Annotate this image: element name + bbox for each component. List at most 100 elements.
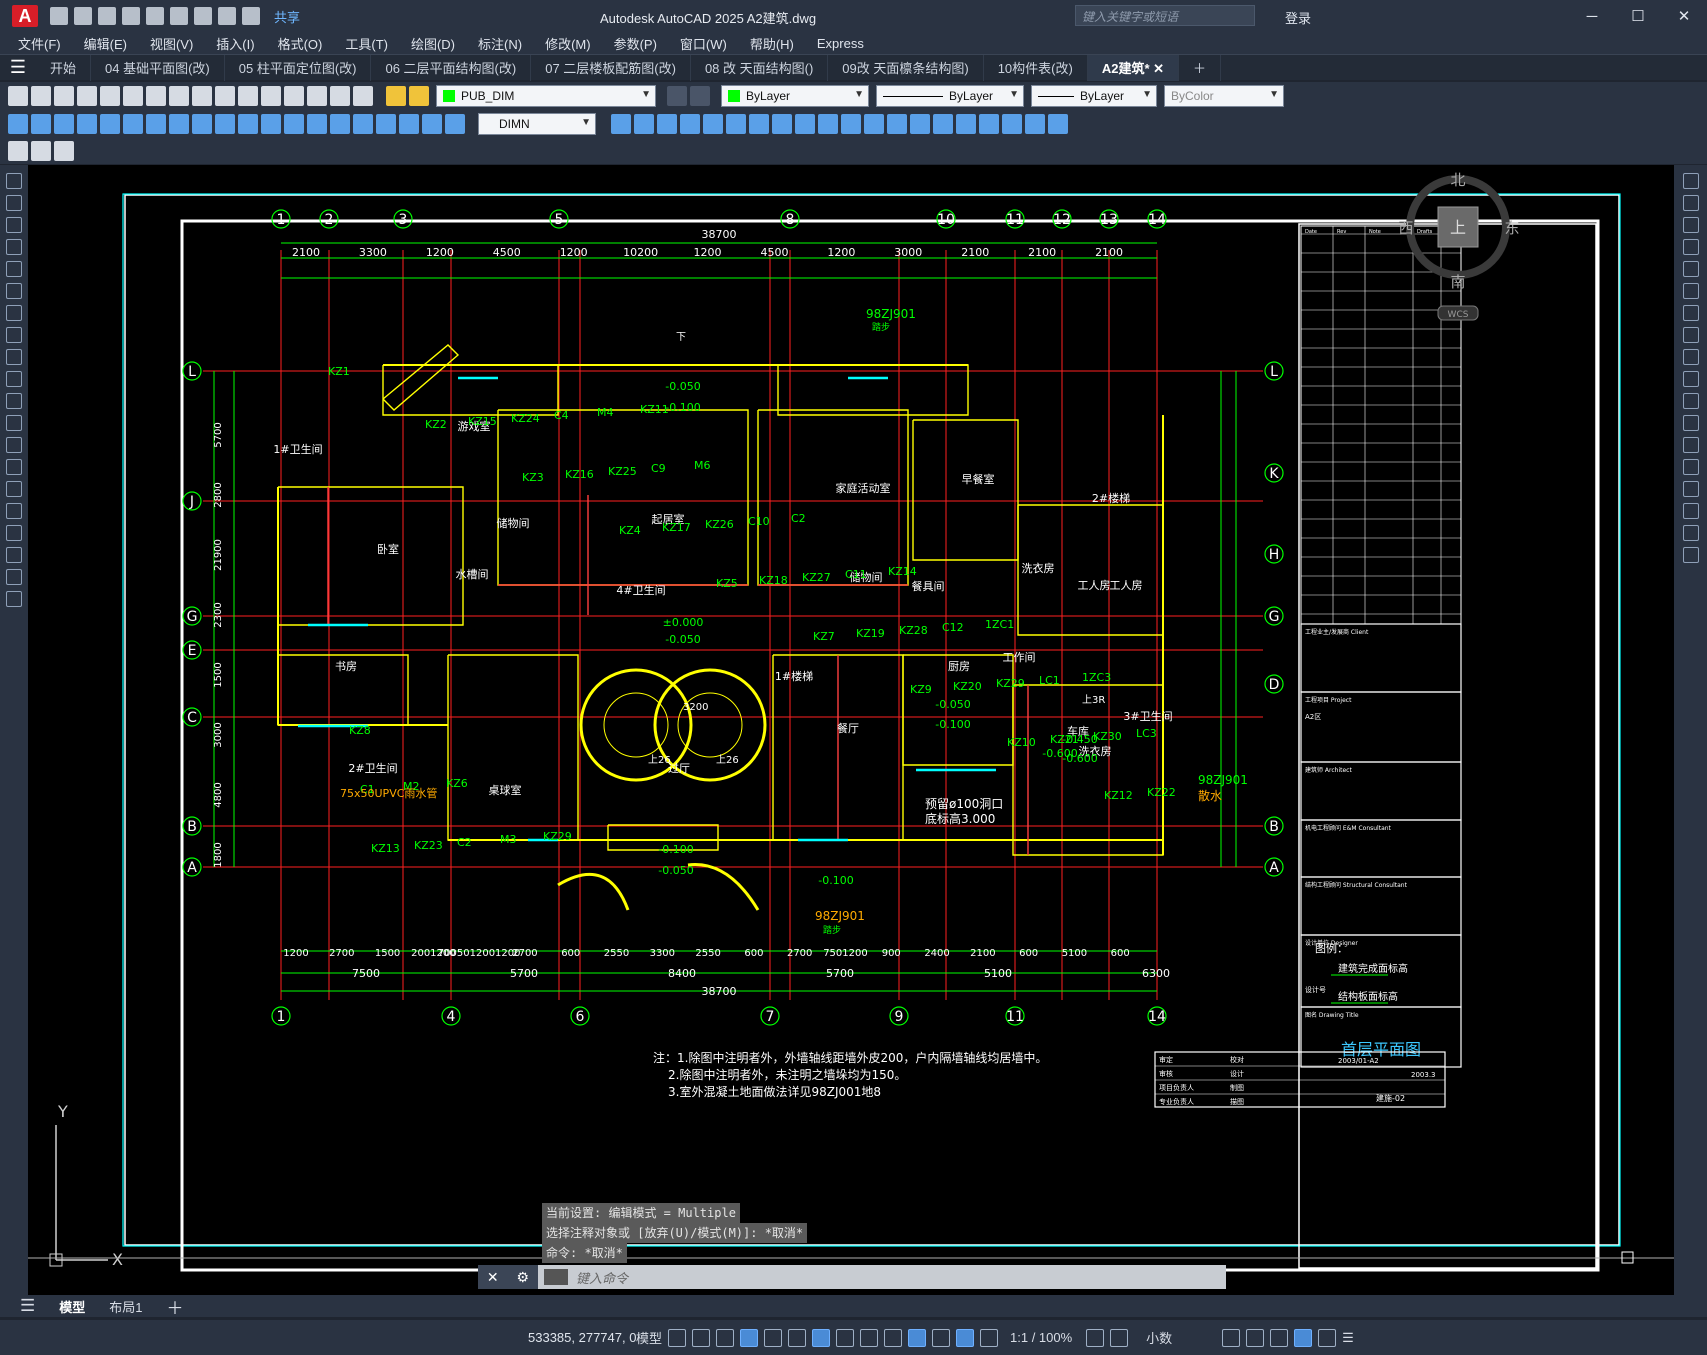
open-icon[interactable] [31, 86, 51, 106]
layout-menu-icon[interactable]: ☰ [20, 1296, 35, 1316]
modify-1-icon[interactable] [611, 114, 631, 134]
layer-state-icon[interactable] [386, 86, 406, 106]
layer-props-icon[interactable] [667, 86, 687, 106]
scale-dropdown[interactable]: 1:1 / 100% [1010, 1330, 1072, 1345]
menu-item-5[interactable]: 工具(T) [345, 34, 388, 53]
point-tool-icon[interactable] [6, 459, 22, 475]
freeze-icon[interactable] [409, 86, 429, 106]
cut-icon[interactable] [146, 86, 166, 106]
menu-item-12[interactable]: Express [817, 36, 864, 51]
layer-match-icon[interactable] [690, 86, 710, 106]
zoom-icon[interactable] [307, 86, 327, 106]
minimize-icon[interactable]: ─ [1569, 0, 1615, 32]
close-icon[interactable]: ✕ [1661, 0, 1707, 32]
polyline-tool-icon[interactable] [6, 195, 22, 211]
dimstyle-dropdown[interactable]: DIMN ▼ [478, 113, 596, 135]
menu-item-2[interactable]: 视图(V) [150, 34, 193, 53]
coordinates[interactable]: 533385, 277747, 0 [528, 1330, 636, 1345]
workspace-icon[interactable] [1086, 1328, 1105, 1347]
menu-item-4[interactable]: 格式(O) [278, 34, 323, 53]
break-tool-icon[interactable] [1682, 415, 1699, 431]
print-icon[interactable] [77, 86, 97, 106]
new-file-icon[interactable] [50, 7, 68, 25]
baseline-icon[interactable] [215, 114, 235, 134]
move-tool-icon[interactable] [1682, 283, 1699, 299]
add-layout-icon[interactable]: ＋ [167, 1294, 184, 1319]
login-button[interactable]: 登录 [1285, 8, 1311, 27]
publish-dwf-icon[interactable] [54, 141, 74, 161]
scale-tool-icon[interactable] [1682, 327, 1699, 343]
file-tab-3[interactable]: 06 二层平面结构图(改) [371, 54, 532, 81]
lock-ui-icon[interactable] [1246, 1328, 1265, 1347]
aligned-dim-icon[interactable] [31, 114, 51, 134]
table-tool-icon[interactable] [6, 547, 22, 563]
linear-dim-icon[interactable] [8, 114, 28, 134]
search-input[interactable]: 键入关键字或短语 [1075, 5, 1255, 26]
annotation-visibility-icon[interactable] [956, 1328, 975, 1347]
inspect-icon[interactable] [353, 114, 373, 134]
break-icon[interactable] [284, 114, 304, 134]
arc-tool-icon[interactable] [6, 217, 22, 233]
properties-icon[interactable] [330, 86, 350, 106]
ellipse-tool-icon[interactable] [6, 371, 22, 387]
save-icon[interactable] [98, 7, 116, 25]
ordinate-icon[interactable] [77, 114, 97, 134]
lineweight-icon[interactable] [836, 1328, 855, 1347]
modify-12-icon[interactable] [864, 114, 884, 134]
mirror-tool-icon[interactable] [1682, 217, 1699, 233]
erase-tool-icon[interactable] [1682, 173, 1699, 189]
publish-icon[interactable] [123, 86, 143, 106]
snap-icon[interactable] [692, 1328, 711, 1347]
pan-icon[interactable] [284, 86, 304, 106]
plotstyle-dropdown[interactable]: ByColor ▼ [1164, 85, 1284, 107]
model-canvas[interactable]: 1 2 3 5 8 10 11 12 13 14 1 4 6 7 9 11 14 L J G E C B A L K H G D B A 3… [28, 165, 1674, 1295]
modify-6-icon[interactable] [726, 114, 746, 134]
file-tab-4[interactable]: 07 二层楼板配筋图(改) [531, 54, 691, 81]
modify-16-icon[interactable] [956, 114, 976, 134]
dim-text-edit-icon[interactable] [422, 114, 442, 134]
infer-icon[interactable] [716, 1328, 735, 1347]
modify-2-icon[interactable] [634, 114, 654, 134]
modify-20-icon[interactable] [1048, 114, 1068, 134]
modify-14-icon[interactable] [910, 114, 930, 134]
open-file-icon[interactable] [74, 7, 92, 25]
copy-icon[interactable] [169, 86, 189, 106]
redo-icon[interactable] [242, 7, 260, 25]
command-line[interactable]: ✕ ⚙ 键入命令 [478, 1265, 1226, 1289]
menu-item-11[interactable]: 帮助(H) [750, 34, 794, 53]
file-tab-8[interactable]: A2建筑* ✕ [1087, 54, 1180, 81]
cloud-tool-icon[interactable] [6, 327, 22, 343]
modify-17-icon[interactable] [979, 114, 999, 134]
linetype-dropdown[interactable]: ByLayer ▼ [876, 85, 1024, 107]
menu-item-3[interactable]: 插入(I) [216, 34, 254, 53]
undo-icon[interactable] [218, 7, 236, 25]
share-button[interactable]: 共享 [274, 7, 300, 26]
hardware-accel-icon[interactable] [1294, 1328, 1313, 1347]
explode-tool-icon[interactable] [1682, 547, 1699, 563]
maximize-icon[interactable]: ☐ [1615, 0, 1661, 32]
file-tab-1[interactable]: 04 基础平面图(改) [91, 54, 225, 81]
dim-update-icon[interactable] [445, 114, 465, 134]
clean-screen-icon[interactable] [1318, 1328, 1337, 1347]
menu-item-1[interactable]: 编辑(E) [84, 34, 127, 53]
autoscale-icon[interactable] [980, 1328, 999, 1347]
save-as-icon[interactable] [122, 7, 140, 25]
break2-tool-icon[interactable] [1682, 437, 1699, 453]
transparency-icon[interactable] [860, 1328, 879, 1347]
selection-cycle-icon[interactable] [884, 1328, 903, 1347]
polar-icon[interactable] [764, 1328, 783, 1347]
modify-13-icon[interactable] [887, 114, 907, 134]
jogged-linear-icon[interactable] [376, 114, 396, 134]
ortho-icon[interactable] [740, 1328, 759, 1347]
jogged-icon[interactable] [123, 114, 143, 134]
mtext-tool-icon[interactable] [6, 569, 22, 585]
new-icon[interactable] [8, 86, 28, 106]
arc2-tool-icon[interactable] [6, 283, 22, 299]
gradient-tool-icon[interactable] [6, 503, 22, 519]
modify-18-icon[interactable] [1002, 114, 1022, 134]
spline-tool-icon[interactable] [6, 349, 22, 365]
autocad-logo[interactable]: A [12, 5, 38, 27]
preview-icon[interactable] [100, 86, 120, 106]
publish-icon[interactable] [170, 7, 188, 25]
copy-tool-icon[interactable] [1682, 195, 1699, 211]
